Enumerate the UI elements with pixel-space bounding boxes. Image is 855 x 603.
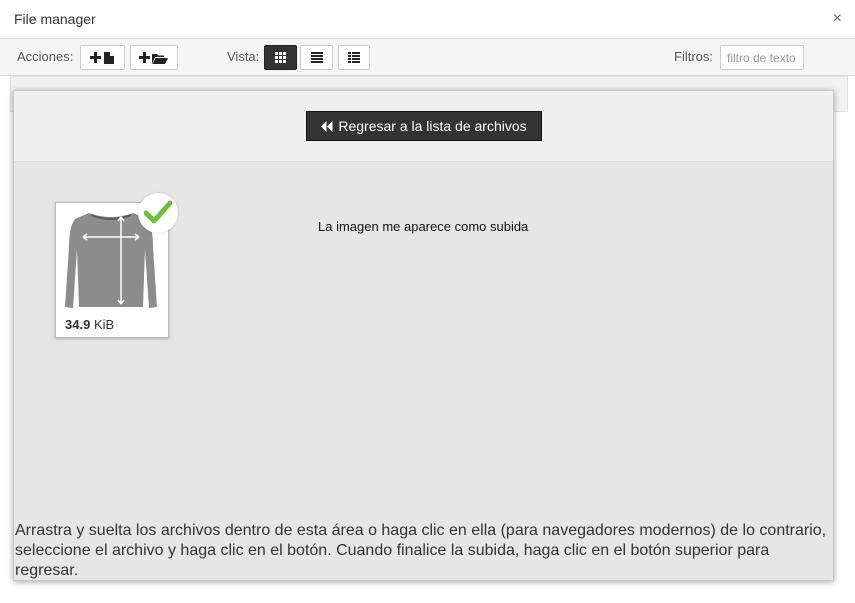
file-size-unit: KiB xyxy=(93,317,115,332)
file-size-value: 34.9 xyxy=(65,317,91,332)
upload-success-badge xyxy=(138,193,178,233)
details-view-icon xyxy=(348,52,360,63)
close-icon[interactable]: × xyxy=(833,10,842,28)
dropzone-help-text: Arrastra y suelta los archivos dentro de… xyxy=(15,522,827,579)
back-to-file-list-button[interactable]: Regresar a la lista de archivos xyxy=(306,111,542,141)
add-file-icon xyxy=(89,51,114,64)
toolbar: Acciones: Vista: Filtros: filtro de text… xyxy=(0,39,855,76)
list-view-icon xyxy=(310,52,323,63)
grid-view-button[interactable] xyxy=(264,45,297,70)
back-button-label: Regresar a la lista de archivos xyxy=(338,118,527,134)
window-title: File manager xyxy=(14,11,96,27)
actions-label: Acciones: xyxy=(17,49,74,64)
file-size: 34.9 KiB xyxy=(65,317,114,332)
new-folder-button[interactable] xyxy=(130,45,178,70)
filter-input[interactable] xyxy=(720,45,804,70)
upload-dropzone[interactable]: Regresar a la lista de archivos 34.9 KiB… xyxy=(13,90,834,581)
details-view-button[interactable] xyxy=(338,45,370,70)
grid-view-icon xyxy=(275,52,286,63)
window-titlebar: File manager × xyxy=(0,0,855,39)
list-view-button[interactable] xyxy=(300,45,333,70)
checkmark-icon xyxy=(144,200,172,224)
filter-label: Filtros: xyxy=(674,49,713,64)
double-chevron-left-icon xyxy=(321,120,333,132)
add-folder-icon xyxy=(139,51,168,64)
annotation-note: La imagen me aparece como subida xyxy=(318,219,529,234)
upload-file-button[interactable] xyxy=(80,45,125,70)
view-label: Vista: xyxy=(227,49,260,64)
dropzone-header: Regresar a la lista de archivos xyxy=(14,91,833,162)
